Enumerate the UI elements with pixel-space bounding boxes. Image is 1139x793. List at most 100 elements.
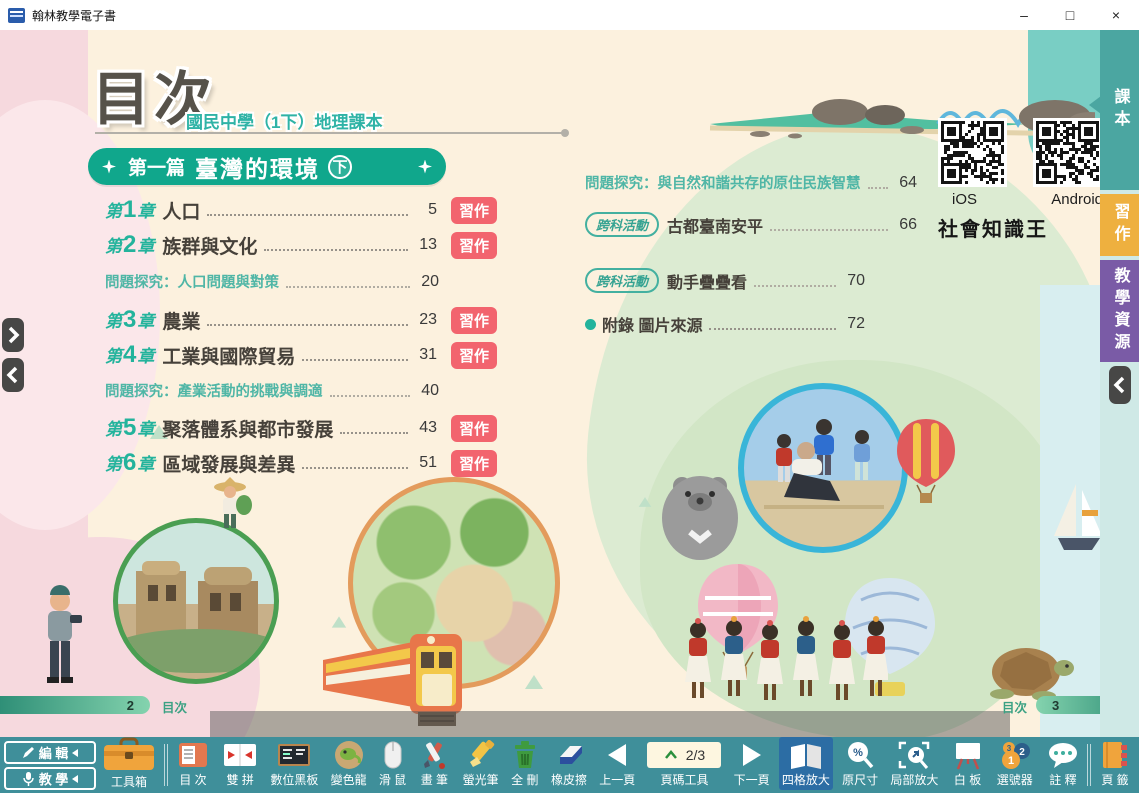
- next-page-icon: [739, 739, 765, 770]
- tab-teaching-resources[interactable]: 教學資源: [1100, 260, 1139, 362]
- toolbar-separator: [164, 744, 168, 786]
- toc-entry-activity[interactable]: 跨科活動 動手疊疊看 70: [585, 268, 865, 293]
- cross-subject-pill: 跨科活動: [585, 212, 659, 237]
- qr-caption: 社會知識王: [938, 213, 1103, 242]
- page-indicator-left[interactable]: 2: [0, 696, 150, 714]
- dancers-photo-circle: [738, 383, 908, 553]
- qr-ios: [938, 118, 1007, 187]
- toc-entry-sub[interactable]: 問題探究：產業活動的挑戰與調適 40: [105, 380, 497, 401]
- toc-entry[interactable]: 第6章 區域發展與差異 51 習作: [105, 449, 497, 477]
- teach-mode-button[interactable]: 教 學: [4, 767, 96, 790]
- toc-entry[interactable]: 第2章 族群與文化 13 習作: [105, 231, 497, 259]
- farmer-illustration: [200, 475, 260, 535]
- magnifier-brackets-icon: [897, 739, 931, 770]
- panel-collapse-left-button[interactable]: [2, 358, 24, 392]
- workbook-badge[interactable]: 習作: [451, 342, 497, 369]
- tool-eraser[interactable]: 橡皮擦: [548, 737, 590, 790]
- page-subtitle: 國民中學（1下）地理課本: [186, 108, 382, 133]
- prev-page-icon: [604, 739, 630, 770]
- svg-text:%: %: [853, 747, 863, 759]
- panel-expand-right-button[interactable]: [2, 318, 24, 352]
- tool-mouse[interactable]: 滑 鼠: [376, 737, 409, 790]
- sidebar-collapse-button[interactable]: [1109, 366, 1131, 404]
- star-icon: [102, 160, 116, 174]
- workbook-badge[interactable]: 習作: [451, 415, 497, 442]
- sailboat-illustration: [1052, 480, 1104, 560]
- tool-toc[interactable]: 目 次: [173, 737, 213, 790]
- toc-entry[interactable]: 第4章 工業與國際貿易 31 習作: [105, 341, 497, 369]
- toc-entry[interactable]: 第3章 農業 23 習作: [105, 306, 497, 334]
- photographer-illustration: [30, 585, 90, 695]
- tool-original-size[interactable]: % 原尺寸: [839, 737, 881, 790]
- tool-next-page[interactable]: 下一頁: [731, 737, 773, 790]
- toc-entry[interactable]: 第5章 聚落體系與都市發展 43 習作: [105, 414, 497, 442]
- minimize-button[interactable]: –: [1001, 0, 1047, 30]
- tab-textbook[interactable]: 課本: [1100, 30, 1139, 190]
- workbook-badge[interactable]: 習作: [451, 450, 497, 477]
- bookmark-tabs-icon: [1099, 739, 1131, 770]
- bottom-toolbar: 編 輯 教 學 工具箱: [0, 737, 1139, 793]
- app-window: 翰林教學電子書 – □ × 目次: [0, 0, 1139, 793]
- tool-page-tabs[interactable]: 頁 籤: [1096, 737, 1134, 790]
- tool-digital-blackboard[interactable]: 數位黑板: [267, 737, 321, 790]
- pen-icon: [418, 739, 450, 770]
- section-banner: 第一篇 臺灣的環境 下: [88, 148, 446, 185]
- qr-block: iOS Android 社會知識王: [938, 118, 1103, 242]
- toolbox-icon: [101, 737, 157, 772]
- workbook-badge[interactable]: 習作: [451, 197, 497, 224]
- toolbox-button[interactable]: 工具箱: [101, 737, 157, 790]
- qr-ios-label: iOS: [952, 191, 977, 208]
- page-shadow-bar: [210, 711, 1010, 737]
- tool-quad-zoom[interactable]: 四格放大: [779, 737, 833, 790]
- collapse-arrow-icon: [72, 775, 78, 783]
- highlighter-icon: [464, 739, 498, 770]
- book-page-area: 目次 國民中學（1下）地理課本 第一篇 臺灣的環境 下 第1章 人口 5 習作 …: [0, 30, 1139, 737]
- open-book-icon: [788, 739, 824, 770]
- toc-entry[interactable]: 第1章 人口 5 習作: [105, 196, 497, 224]
- tool-delete-all[interactable]: 全 刪: [508, 737, 542, 790]
- close-button[interactable]: ×: [1093, 0, 1139, 30]
- page-footer-label-left: 目次: [162, 697, 187, 716]
- speech-bubble-icon: [1045, 739, 1081, 770]
- pencil-icon: [22, 746, 35, 759]
- dancers-row-illustration: [678, 608, 888, 728]
- app-logo-icon: [8, 8, 25, 23]
- tool-prev-page[interactable]: 上一頁: [596, 737, 638, 790]
- qr-android: [1033, 118, 1102, 187]
- qr-android-label: Android: [1051, 191, 1103, 208]
- tool-dual-view[interactable]: 雙 拼: [219, 737, 261, 790]
- page-footer-label-right: 目次: [1002, 697, 1027, 716]
- tool-chameleon[interactable]: 變色龍: [328, 737, 370, 790]
- tool-annotation[interactable]: 註 釋: [1042, 737, 1084, 790]
- workbook-badge[interactable]: 習作: [451, 307, 497, 334]
- tool-partial-zoom[interactable]: 局部放大: [887, 737, 941, 790]
- eraser-icon: [552, 739, 586, 770]
- tool-number-picker[interactable]: 321 選號器: [994, 737, 1036, 790]
- tool-highlighter[interactable]: 螢光筆: [460, 737, 502, 790]
- blackboard-icon: [276, 739, 312, 770]
- toc-entry-sub[interactable]: 問題探究：人口問題與對策 20: [105, 271, 497, 292]
- workbook-badge[interactable]: 習作: [451, 232, 497, 259]
- toc-entry-appendix[interactable]: 附錄 圖片來源 72: [585, 312, 865, 336]
- tool-whiteboard[interactable]: 白 板: [948, 737, 988, 790]
- historic-building-photo-circle: [113, 518, 279, 684]
- hot-air-balloon-striped: [893, 415, 959, 510]
- title-bar: 翰林教學電子書 – □ ×: [0, 0, 1139, 30]
- header-divider: [95, 132, 563, 134]
- trash-icon: [511, 739, 539, 770]
- maximize-button[interactable]: □: [1047, 0, 1093, 30]
- edit-mode-button[interactable]: 編 輯: [4, 741, 96, 764]
- tab-workbook[interactable]: 習作: [1100, 194, 1139, 256]
- toc-entry-activity[interactable]: 跨科活動 古都臺南安平 66: [585, 212, 917, 237]
- microphone-icon: [22, 772, 35, 786]
- toc-entry-sub[interactable]: 問題探究：與自然和諧共存的原住民族智慧 64: [585, 172, 917, 193]
- magnifier-percent-icon: %: [844, 739, 876, 770]
- chameleon-icon: [333, 739, 365, 770]
- tool-page-number[interactable]: 2/3 頁碼工具: [644, 737, 724, 790]
- star-icon: [418, 160, 432, 174]
- dual-view-icon: [222, 739, 258, 770]
- bullet-icon: [585, 319, 596, 330]
- toc-icon: [176, 739, 210, 770]
- caret-up-icon: [664, 750, 678, 760]
- tool-pen[interactable]: 畫 筆: [415, 737, 453, 790]
